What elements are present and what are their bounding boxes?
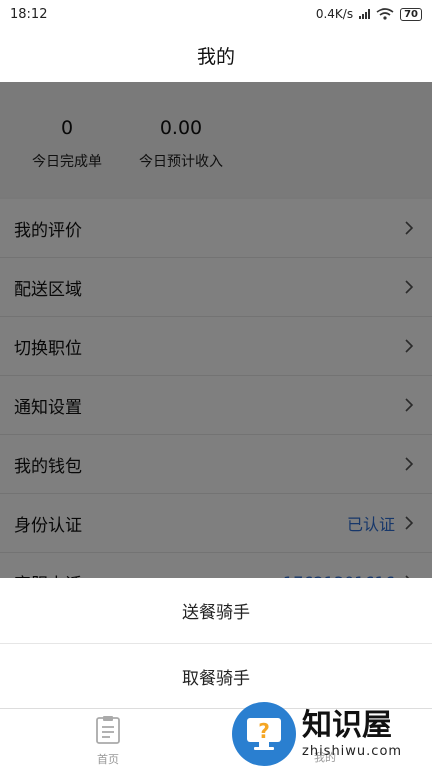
status-indicators: 0.4K/s 70 (316, 7, 422, 21)
option-delivery-rider[interactable]: 送餐骑手 (0, 578, 432, 643)
battery-icon: 70 (400, 7, 422, 21)
option-pickup-rider[interactable]: 取餐骑手 (0, 643, 432, 708)
watermark: ? 知识屋 zhishiwu.com (232, 700, 432, 768)
nav-bar: 我的 (0, 28, 432, 82)
clipboard-icon (96, 716, 120, 744)
tab-label: 首页 (97, 753, 119, 766)
watermark-title: 知识屋 (302, 707, 392, 743)
wifi-icon (376, 8, 394, 20)
question-monitor-icon: ? (232, 702, 296, 766)
status-bar: 18:12 0.4K/s 70 (0, 0, 432, 28)
role-select-sheet: 送餐骑手 取餐骑手 (0, 578, 432, 708)
network-speed: 0.4K/s (315, 7, 354, 21)
watermark-url: zhishiwu.com (302, 743, 403, 759)
svg-text:?: ? (258, 719, 270, 743)
page-title: 我的 (196, 45, 235, 68)
signal-icon (359, 9, 371, 19)
modal-backdrop[interactable] (0, 82, 432, 578)
status-time: 18:12 (10, 6, 48, 22)
tab-home[interactable]: 首页 (73, 715, 143, 767)
